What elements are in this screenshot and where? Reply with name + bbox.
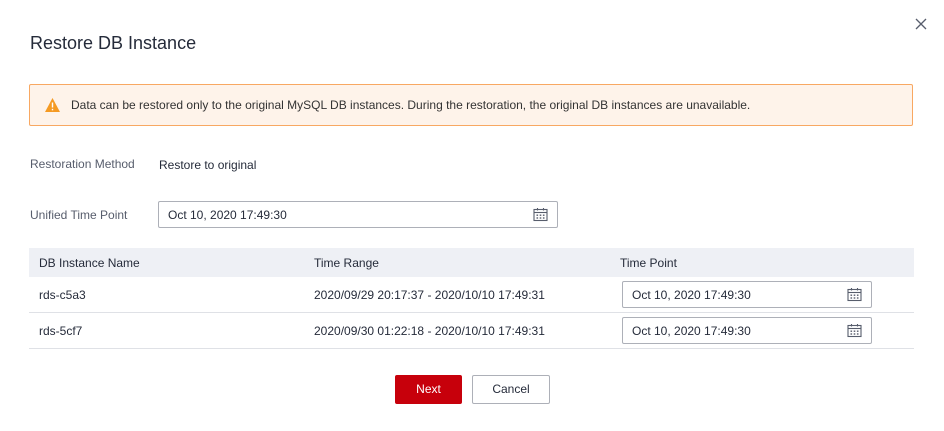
calendar-icon[interactable]: [847, 323, 862, 338]
warning-icon: [44, 97, 61, 113]
calendar-icon[interactable]: [847, 287, 862, 302]
instance-name-cell: rds-c5a3: [29, 277, 304, 313]
alert-message: Data can be restored only to the origina…: [71, 98, 751, 112]
db-instance-table: DB Instance Name Time Range Time Point r…: [29, 248, 914, 349]
column-header-time-range: Time Range: [304, 248, 610, 277]
time-point-value: Oct 10, 2020 17:49:30: [632, 324, 751, 338]
restoration-method-label: Restoration Method: [30, 157, 135, 171]
unified-time-point-label: Unified Time Point: [30, 208, 128, 222]
time-point-picker[interactable]: Oct 10, 2020 17:49:30: [622, 281, 872, 308]
instance-name-cell: rds-5cf7: [29, 312, 304, 349]
calendar-icon[interactable]: [533, 207, 548, 222]
unified-time-point-picker[interactable]: Oct 10, 2020 17:49:30: [158, 201, 558, 228]
restoration-method-value: Restore to original: [159, 158, 257, 172]
next-button[interactable]: Next: [395, 375, 462, 404]
unified-time-point-value: Oct 10, 2020 17:49:30: [168, 208, 287, 222]
table-row: rds-c5a3 2020/09/29 20:17:37 - 2020/10/1…: [29, 277, 914, 313]
table-header-row: DB Instance Name Time Range Time Point: [29, 248, 914, 277]
time-point-cell: Oct 10, 2020 17:49:30: [610, 277, 914, 313]
time-range-cell: 2020/09/29 20:17:37 - 2020/10/10 17:49:3…: [304, 277, 610, 313]
time-point-cell: Oct 10, 2020 17:49:30: [610, 312, 914, 349]
close-icon[interactable]: [912, 15, 930, 33]
column-header-time-point: Time Point: [610, 248, 914, 277]
warning-alert: Data can be restored only to the origina…: [29, 84, 913, 126]
dialog-title: Restore DB Instance: [30, 33, 197, 53]
time-point-picker[interactable]: Oct 10, 2020 17:49:30: [622, 317, 872, 344]
time-point-value: Oct 10, 2020 17:49:30: [632, 288, 751, 302]
cancel-button[interactable]: Cancel: [472, 375, 550, 404]
time-range-cell: 2020/09/30 01:22:18 - 2020/10/10 17:49:3…: [304, 312, 610, 349]
column-header-name: DB Instance Name: [29, 248, 304, 277]
table-row: rds-5cf7 2020/09/30 01:22:18 - 2020/10/1…: [29, 312, 914, 349]
